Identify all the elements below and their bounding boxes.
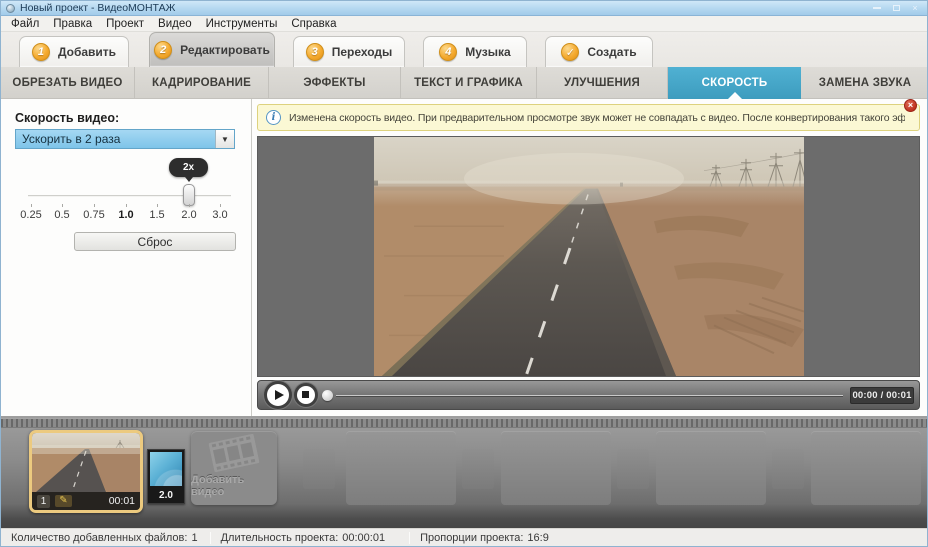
info-icon: i [266,110,281,125]
speed-panel: Скорость видео: Ускорить в 2 раза ▼ 2x 0… [1,99,252,416]
time-display: 00:00 / 00:01 [850,387,914,404]
stop-button[interactable] [297,386,315,404]
film-perforation-strip [1,418,927,428]
step-tab-transitions[interactable]: 3 Переходы [293,36,405,67]
menu-edit[interactable]: Правка [48,16,101,32]
stop-icon [302,391,309,398]
step-2-badge: 2 [154,41,172,59]
speed-effect-image [150,452,182,486]
window-close-icon[interactable]: × [908,3,922,13]
add-video-button[interactable]: Добавить видео [191,431,277,505]
tick-0-25: 0.25 [14,209,48,221]
transition-slot [772,449,804,489]
tick-3-0: 3.0 [203,209,237,221]
maximize-icon[interactable] [889,3,903,13]
clip-number: 1 [37,495,50,508]
app-icon [6,4,15,13]
play-button[interactable] [267,384,289,406]
app-window: Новый проект - ВидеоМОНТАЖ × Файл Правка… [0,0,928,547]
aspect-ratio-value: 16:9 [527,532,548,544]
menu-file[interactable]: Файл [6,16,48,32]
subtab-crop[interactable]: КАДРИРОВАНИЕ [135,67,269,99]
play-icon [275,390,284,400]
tick-0-5: 0.5 [45,209,79,221]
add-video-label: Добавить видео [191,474,277,498]
edit-pencil-icon[interactable]: ✎ [55,495,72,507]
step-4-badge: 4 [439,43,457,61]
editor-subtabs: ОБРЕЗАТЬ ВИДЕО КАДРИРОВАНИЕ ЭФФЕКТЫ ТЕКС… [1,67,927,99]
player-bar: 00:00 / 00:01 [257,380,920,410]
files-count-label: Количество добавленных файлов: [11,532,187,544]
subtab-enhance[interactable]: УЛУЧШЕНИЯ [537,67,668,99]
tick-1-0: 1.0 [109,209,143,221]
speed-notice: i Изменена скорость видео. При предварит… [257,104,920,131]
speed-dropdown[interactable]: Ускорить в 2 раза ▼ [15,129,235,149]
files-count-value: 1 [191,532,197,544]
step-3-badge: 3 [306,43,324,61]
speed-slider-track[interactable] [28,195,231,197]
timeline-empty-slot[interactable] [501,431,611,505]
speed-effect-badge[interactable]: 2.0 [147,449,185,504]
transition-slot [617,449,649,489]
chevron-down-icon[interactable]: ▼ [215,130,234,148]
timeline-empty-slot[interactable] [656,431,766,505]
transition-slot [462,449,494,489]
speed-dropdown-value: Ускорить в 2 раза [16,130,215,148]
step-tab-create[interactable]: ✓ Создать [545,36,653,67]
project-duration-value: 00:00:01 [342,532,385,544]
tick-1-5: 1.5 [140,209,174,221]
timeline-clip-1[interactable]: 1 ✎ 00:01 [29,430,143,513]
speed-tooltip: 2x [169,158,208,177]
speed-effect-value: 2.0 [148,490,184,501]
notice-text: Изменена скорость видео. При предварител… [289,112,905,124]
menu-project[interactable]: Проект [101,16,153,32]
status-bar: Количество добавленных файлов: 1 Длитель… [1,528,927,546]
timeline-empty-slot[interactable] [811,431,921,505]
check-icon: ✓ [561,43,579,61]
step-tab-music[interactable]: 4 Музыка [423,36,527,67]
aspect-ratio-label: Пропорции проекта: [420,532,523,544]
clip-thumbnail-image [32,433,140,492]
transition-slot [303,449,335,489]
step-tabs: 1 Добавить 2 Редактировать 3 Переходы 4 … [1,32,927,67]
seek-track[interactable] [336,395,843,396]
step-1-badge: 1 [32,43,50,61]
subtab-audio[interactable]: ЗАМЕНА ЗВУКА [801,67,928,99]
menu-tools[interactable]: Инструменты [201,16,287,32]
notice-close-icon[interactable]: × [904,99,917,112]
menu-video[interactable]: Видео [153,16,201,32]
subtab-effects[interactable]: ЭФФЕКТЫ [269,67,401,99]
clip-info-strip: 1 ✎ 00:01 [32,492,140,510]
video-preview [257,136,920,377]
step-tab-add[interactable]: 1 Добавить [19,36,129,67]
menu-help[interactable]: Справка [286,16,345,32]
subtab-text-graphics[interactable]: ТЕКСТ И ГРАФИКА [401,67,537,99]
clip-duration: 00:01 [109,495,135,507]
menu-bar: Файл Правка Проект Видео Инструменты Спр… [1,16,927,32]
tick-2-0: 2.0 [172,209,206,221]
tick-0-75: 0.75 [77,209,111,221]
seek-handle[interactable] [322,390,333,401]
step-tab-edit[interactable]: 2 Редактировать [149,32,275,67]
film-strip-icon [208,434,259,473]
speed-slider-handle[interactable] [183,184,195,206]
window-title: Новый проект - ВидеоМОНТАЖ [20,1,175,15]
video-frame-desert-road [374,137,804,376]
timeline-empty-slot[interactable] [346,431,456,505]
reset-button[interactable]: Сброс [74,232,236,251]
subtab-speed[interactable]: СКОРОСТЬ [668,67,801,99]
title-bar: Новый проект - ВидеоМОНТАЖ × [1,1,927,16]
subtab-trim[interactable]: ОБРЕЗАТЬ ВИДЕО [1,67,135,99]
speed-panel-title: Скорость видео: [15,111,119,125]
timeline: 1 ✎ 00:01 2.0 Добавить видео [1,416,927,528]
preview-panel: i Изменена скорость видео. При предварит… [252,99,927,416]
minimize-icon[interactable] [870,3,884,13]
project-duration-label: Длительность проекта: [221,532,339,544]
content-area: Скорость видео: Ускорить в 2 раза ▼ 2x 0… [1,99,927,416]
